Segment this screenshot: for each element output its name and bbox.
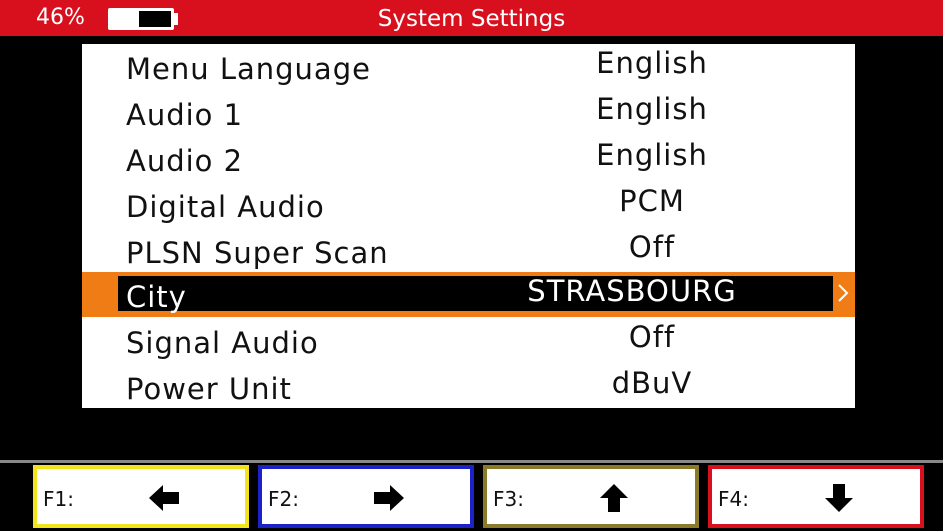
settings-row[interactable]: Audio 1 English: [82, 90, 855, 135]
setting-label: Menu Language: [126, 52, 371, 86]
function-key-label: F4:: [718, 487, 749, 511]
settings-list: Menu Language English Audio 1 English Audio …: [82, 44, 855, 408]
function-key-label: F2:: [268, 487, 299, 511]
function-key-2[interactable]: F2:: [258, 465, 474, 528]
settings-row[interactable]: Power Unit dBuV: [82, 364, 855, 409]
setting-value: English: [596, 92, 708, 126]
setting-value: Off: [628, 320, 676, 354]
settings-row[interactable]: Signal Audio Off: [82, 318, 855, 363]
arrow-up-icon: [600, 484, 628, 512]
setting-value: English: [596, 46, 708, 80]
setting-value: English: [596, 138, 708, 172]
chevron-right-icon[interactable]: [834, 278, 852, 308]
setting-label: Power Unit: [126, 372, 292, 406]
setting-label: Audio 2: [126, 144, 244, 178]
function-key-1[interactable]: F1:: [33, 465, 249, 528]
function-key-label: F3:: [493, 487, 524, 511]
setting-label: City: [126, 280, 187, 314]
status-bar: 46% System Settings: [0, 0, 943, 36]
settings-row[interactable]: Audio 2 English: [82, 136, 855, 181]
settings-row[interactable]: PLSN Super Scan Off: [82, 228, 855, 273]
arrow-left-icon: [149, 485, 179, 511]
setting-value: PCM: [619, 184, 685, 218]
settings-row[interactable]: Digital Audio PCM: [82, 182, 855, 227]
setting-label: Signal Audio: [126, 326, 319, 360]
setting-label: Digital Audio: [126, 190, 325, 224]
setting-label: Audio 1: [126, 98, 244, 132]
arrow-right-icon: [374, 485, 404, 511]
page-title: System Settings: [377, 6, 566, 32]
function-key-3[interactable]: F3:: [483, 465, 699, 528]
function-key-label: F1:: [43, 487, 74, 511]
function-key-4[interactable]: F4:: [708, 465, 924, 528]
arrow-down-icon: [825, 484, 853, 512]
settings-row[interactable]: Menu Language English: [82, 44, 855, 89]
setting-value: STRASBOURG: [527, 274, 737, 308]
setting-value: Off: [628, 230, 676, 264]
settings-row[interactable]: City STRASBOURG: [82, 272, 855, 317]
setting-value: dBuV: [611, 366, 693, 400]
divider: [0, 460, 943, 463]
setting-label: PLSN Super Scan: [126, 236, 389, 270]
